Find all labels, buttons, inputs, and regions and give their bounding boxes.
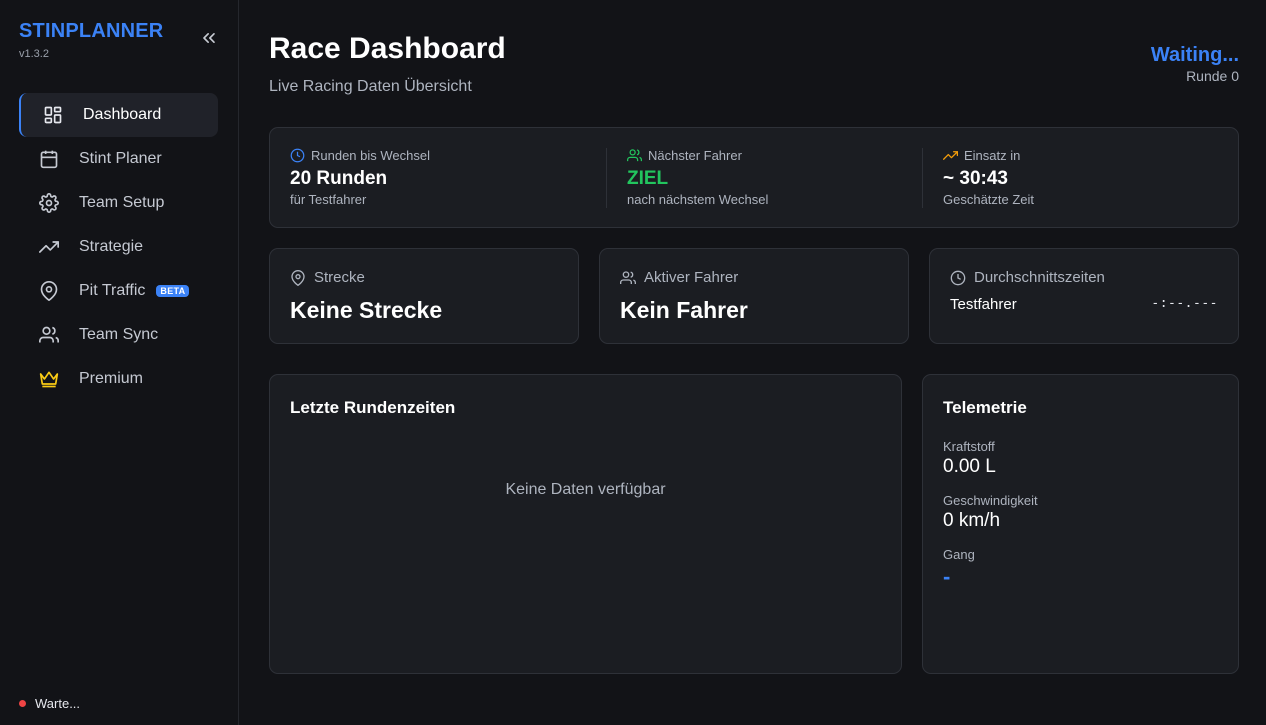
sidebar-item-pit-traffic[interactable]: Pit Traffic BETA <box>19 269 218 313</box>
calendar-icon <box>38 148 60 170</box>
race-state: Waiting... <box>1150 44 1239 66</box>
average-driver-name: Testfahrer <box>950 296 1017 313</box>
active-driver-card: Aktiver Fahrer Kein Fahrer <box>599 248 909 344</box>
sidebar-item-label: Pit Traffic <box>79 282 146 299</box>
speed-value: 0 km/h <box>943 510 1001 531</box>
trending-up-icon <box>38 236 60 258</box>
sidebar-item-label: Dashboard <box>83 106 162 123</box>
divider <box>606 148 607 208</box>
status-dot-icon <box>19 700 26 707</box>
connection-status: Warte... <box>19 696 80 711</box>
next-driver: Nächster Fahrer ZIEL nach nächstem Wechs… <box>627 148 768 207</box>
lap-times-title: Letzte Rundenzeiten <box>290 398 456 417</box>
collapse-sidebar-icon[interactable] <box>199 28 219 48</box>
sidebar-item-premium[interactable]: Premium <box>19 357 218 401</box>
active-driver-label: Aktiver Fahrer <box>644 269 739 286</box>
track-value: Keine Strecke <box>290 297 443 323</box>
users-icon <box>620 270 636 284</box>
fuel-metric: Kraftstoff 0.00 L <box>943 439 996 478</box>
sidebar-item-stint-planer[interactable]: Stint Planer <box>19 137 218 181</box>
speed-metric: Geschwindigkeit 0 km/h <box>943 493 1038 532</box>
users-icon <box>627 149 642 162</box>
average-times-card: Durchschnittszeiten Testfahrer -:--.--- <box>929 248 1239 344</box>
lap-times-card: Letzte Rundenzeiten Keine Daten verfügba… <box>269 374 902 674</box>
next-driver-value: ZIEL <box>627 168 669 189</box>
sidebar-nav: Dashboard Stint Planer Team Setup Strate… <box>19 93 218 401</box>
average-times-label: Durchschnittszeiten <box>974 269 1105 286</box>
laps-until-change-label: Runden bis Wechsel <box>311 148 430 163</box>
stint-info-card: Runden bis Wechsel 20 Runden für Testfah… <box>269 127 1239 228</box>
app-version: v1.3.2 <box>19 48 49 60</box>
gear-metric: Gang - <box>943 547 975 590</box>
sidebar-item-team-sync[interactable]: Team Sync <box>19 313 218 357</box>
stint-in-label: Einsatz in <box>964 148 1021 163</box>
crown-icon <box>38 368 60 390</box>
app-brand: STINPLANNER <box>19 20 164 42</box>
next-driver-sub: nach nächstem Wechsel <box>627 192 769 207</box>
laps-until-change-sub: für Testfahrer <box>290 192 367 207</box>
page-title: Race Dashboard <box>269 32 506 65</box>
active-driver-value: Kein Fahrer <box>620 297 748 323</box>
track-label: Strecke <box>314 269 365 286</box>
sidebar-item-dashboard[interactable]: Dashboard <box>19 93 218 137</box>
telemetry-title: Telemetrie <box>943 398 1027 417</box>
stint-in-value: ~ 30:43 <box>943 168 1008 189</box>
map-pin-icon <box>38 280 60 302</box>
gear-value: - <box>943 564 951 589</box>
gear-icon <box>38 192 60 214</box>
sidebar-item-label: Team Sync <box>79 326 159 343</box>
users-icon <box>38 324 60 346</box>
status-text: Warte... <box>35 696 81 711</box>
track-card: Strecke Keine Strecke <box>269 248 579 344</box>
laps-until-change: Runden bis Wechsel 20 Runden für Testfah… <box>290 148 430 207</box>
sidebar-item-strategie[interactable]: Strategie <box>19 225 218 269</box>
dashboard-grid-icon <box>42 104 64 126</box>
sidebar-item-label: Premium <box>79 370 144 387</box>
speed-label: Geschwindigkeit <box>943 493 1038 508</box>
beta-badge: BETA <box>156 285 190 297</box>
empty-state: Keine Daten verfügbar <box>505 481 666 498</box>
fuel-value: 0.00 L <box>943 456 996 477</box>
laps-until-change-value: 20 Runden <box>290 168 388 189</box>
next-driver-label: Nächster Fahrer <box>648 148 742 163</box>
stint-in-sub: Geschätzte Zeit <box>943 192 1035 207</box>
stint-in: Einsatz in ~ 30:43 Geschätzte Zeit <box>943 148 1034 207</box>
sidebar-item-label: Strategie <box>79 238 144 255</box>
telemetry-card: Telemetrie Kraftstoff 0.00 L Geschwindig… <box>922 374 1239 674</box>
page-subtitle: Live Racing Daten Übersicht <box>269 78 472 95</box>
fuel-label: Kraftstoff <box>943 439 995 454</box>
sidebar-item-label: Stint Planer <box>79 150 162 167</box>
clock-icon <box>950 270 966 285</box>
divider <box>922 148 923 208</box>
clock-icon <box>290 148 305 163</box>
average-time-value: -:--.--- <box>1151 296 1218 311</box>
map-pin-icon <box>291 269 305 286</box>
trending-up-icon <box>943 151 958 160</box>
sidebar: STINPLANNER v1.3.2 Dashboard Stint Plane… <box>0 0 239 725</box>
round-counter: Runde 0 <box>1186 68 1239 84</box>
sidebar-item-team-setup[interactable]: Team Setup <box>19 181 218 225</box>
sidebar-item-label: Team Setup <box>79 194 165 211</box>
average-time-row: Testfahrer -:--.--- <box>950 296 1218 313</box>
gear-label: Gang <box>943 547 975 562</box>
